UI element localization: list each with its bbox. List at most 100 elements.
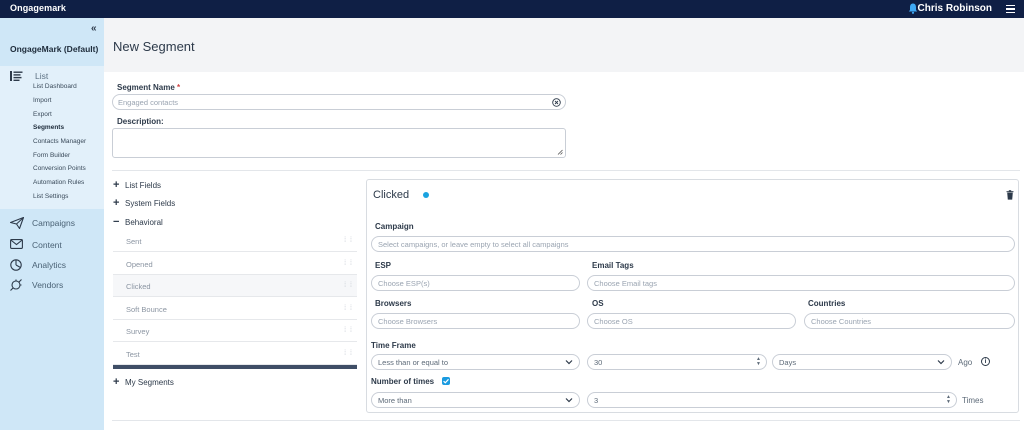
behavioral-item-label: Test xyxy=(126,350,140,359)
resize-handle-icon[interactable] xyxy=(557,149,563,155)
tree-item-label: System Fields xyxy=(125,199,176,208)
sidebar-subitem-export[interactable]: Export xyxy=(33,111,52,118)
behavioral-item-sent[interactable]: Sent ⁞ ⁞ xyxy=(113,230,357,252)
page-title: New Segment xyxy=(113,39,195,54)
collapse-sidebar-icon[interactable]: « xyxy=(91,23,97,34)
countries-placeholder: Choose Countries xyxy=(811,317,872,326)
sidebar-subitem-automation-rules[interactable]: Automation Rules xyxy=(33,179,84,186)
number-of-times-label: Number of times xyxy=(371,377,435,386)
description-label: Description: xyxy=(117,117,164,126)
condition-panel: Clicked Campaign Select campaigns, or le… xyxy=(366,179,1019,413)
pie-chart-icon xyxy=(10,259,22,271)
times-operator-select[interactable]: More than xyxy=(371,392,580,408)
bell-icon[interactable] xyxy=(908,3,918,14)
sidebar-subitem-form-builder[interactable]: Form Builder xyxy=(33,152,70,159)
chevron-down-icon xyxy=(565,360,573,365)
sidebar-item-label: Content xyxy=(32,240,62,250)
section-divider xyxy=(112,170,1020,171)
times-value-stepper[interactable]: 3 ▲ ▼ xyxy=(587,392,957,408)
esp-placeholder: Choose ESP(s) xyxy=(378,279,430,288)
times-value: 3 xyxy=(594,396,599,405)
clear-input-icon[interactable] xyxy=(552,98,561,107)
behavioral-item-survey[interactable]: Survey ⁞ ⁞ xyxy=(113,320,357,342)
sidebar: « OngageMark (Default) List List Dashboa… xyxy=(0,18,104,430)
esp-label: ESP xyxy=(375,261,392,270)
behavioral-item-test[interactable]: Test ⁞ ⁞ xyxy=(113,343,357,365)
segment-name-input[interactable]: Engaged contacts xyxy=(112,94,566,110)
times-operator-value: More than xyxy=(378,396,412,405)
page-header: New Segment xyxy=(104,18,1024,72)
behavioral-item-opened[interactable]: Opened ⁞ ⁞ xyxy=(113,253,357,275)
campaign-label: Campaign xyxy=(375,222,414,231)
trash-icon[interactable] xyxy=(1006,190,1014,200)
stepper-arrows-icon[interactable]: ▲ ▼ xyxy=(946,395,951,405)
tree-item-label: My Segments xyxy=(125,378,174,387)
expand-icon: + xyxy=(113,376,120,388)
tree-item-label: List Fields xyxy=(125,181,162,190)
drag-handle-icon[interactable]: ⁞ ⁞ xyxy=(344,327,353,334)
sidebar-subitem-contacts-manager[interactable]: Contacts Manager xyxy=(33,138,86,145)
condition-title: Clicked xyxy=(373,189,410,201)
user-name[interactable]: Chris Robinson xyxy=(918,3,992,14)
browsers-select[interactable]: Choose Browsers xyxy=(371,313,580,329)
time-frame-operator-select[interactable]: Less than or equal to xyxy=(371,354,580,370)
behavioral-item-soft-bounce[interactable]: Soft Bounce ⁞ ⁞ xyxy=(113,298,357,320)
time-frame-unit-select[interactable]: Days xyxy=(772,354,952,370)
os-select[interactable]: Choose OS xyxy=(587,313,796,329)
sidebar-item-label: Analytics xyxy=(32,260,67,270)
required-mark: * xyxy=(177,83,181,92)
chevron-down-icon xyxy=(937,360,945,365)
sidebar-subitem-conversion-points[interactable]: Conversion Points xyxy=(33,165,86,172)
email-tags-select[interactable]: Choose Email tags xyxy=(587,275,1015,291)
behavioral-item-label: Soft Bounce xyxy=(126,305,167,314)
sidebar-subitem-list-settings[interactable]: List Settings xyxy=(33,193,68,200)
os-label: OS xyxy=(592,299,604,308)
browsers-label: Browsers xyxy=(375,299,412,308)
drag-handle-icon[interactable]: ⁞ ⁞ xyxy=(344,237,353,244)
envelope-icon xyxy=(10,239,23,249)
chevron-down-icon xyxy=(565,398,573,403)
number-of-times-checkbox[interactable] xyxy=(442,377,450,385)
campaign-placeholder: Select campaigns, or leave empty to sele… xyxy=(378,240,569,249)
os-placeholder: Choose OS xyxy=(594,317,633,326)
countries-select[interactable]: Choose Countries xyxy=(804,313,1015,329)
email-tags-placeholder: Choose Email tags xyxy=(594,279,657,288)
description-textarea[interactable] xyxy=(112,128,566,158)
behavioral-item-label: Opened xyxy=(126,260,153,269)
time-frame-value: 30 xyxy=(594,358,603,367)
drag-handle-icon[interactable]: ⁞ ⁞ xyxy=(344,260,353,267)
time-frame-operator-value: Less than or equal to xyxy=(378,358,449,367)
time-frame-unit-value: Days xyxy=(779,358,797,367)
drag-handle-icon[interactable]: ⁞ ⁞ xyxy=(344,282,353,289)
ago-label: Ago xyxy=(958,358,973,367)
sidebar-subitem-list-dashboard[interactable]: List Dashboard xyxy=(33,83,77,90)
drag-handle-icon[interactable]: ⁞ ⁞ xyxy=(344,350,353,357)
times-label: Times xyxy=(962,396,984,405)
menu-icon[interactable] xyxy=(1006,5,1015,13)
behavioral-item-label: Sent xyxy=(126,237,142,246)
expand-icon: + xyxy=(113,197,120,209)
tree-item-label: Behavioral xyxy=(125,218,163,227)
list-icon xyxy=(10,71,23,81)
behavioral-list-scrollbar[interactable] xyxy=(113,365,357,369)
drag-handle-icon[interactable]: ⁞ ⁞ xyxy=(344,305,353,312)
sidebar-subitem-import[interactable]: Import xyxy=(33,97,51,104)
email-tags-label: Email Tags xyxy=(592,261,634,270)
segment-name-value: Engaged contacts xyxy=(118,98,179,107)
time-frame-value-stepper[interactable]: 30 ▲ ▼ xyxy=(587,354,767,370)
sidebar-item-label: Campaigns xyxy=(32,218,75,228)
esp-select[interactable]: Choose ESP(s) xyxy=(371,275,580,291)
behavioral-item-label: Survey xyxy=(126,327,150,336)
account-name[interactable]: OngageMark (Default) xyxy=(10,44,98,54)
countries-label: Countries xyxy=(808,299,846,308)
sidebar-item-label: Vendors xyxy=(32,280,64,290)
segment-name-label: Segment Name * xyxy=(117,83,180,92)
stepper-arrows-icon[interactable]: ▲ ▼ xyxy=(756,357,761,367)
browsers-placeholder: Choose Browsers xyxy=(378,317,438,326)
campaign-select[interactable]: Select campaigns, or leave empty to sele… xyxy=(371,236,1015,252)
behavioral-item-clicked[interactable]: Clicked ⁞ ⁞ xyxy=(113,275,357,297)
info-icon[interactable]: i xyxy=(981,357,990,366)
brand-logo[interactable]: Ongagemark xyxy=(10,3,66,13)
sidebar-subitem-segments[interactable]: Segments xyxy=(33,124,64,131)
expand-icon: + xyxy=(113,179,120,191)
